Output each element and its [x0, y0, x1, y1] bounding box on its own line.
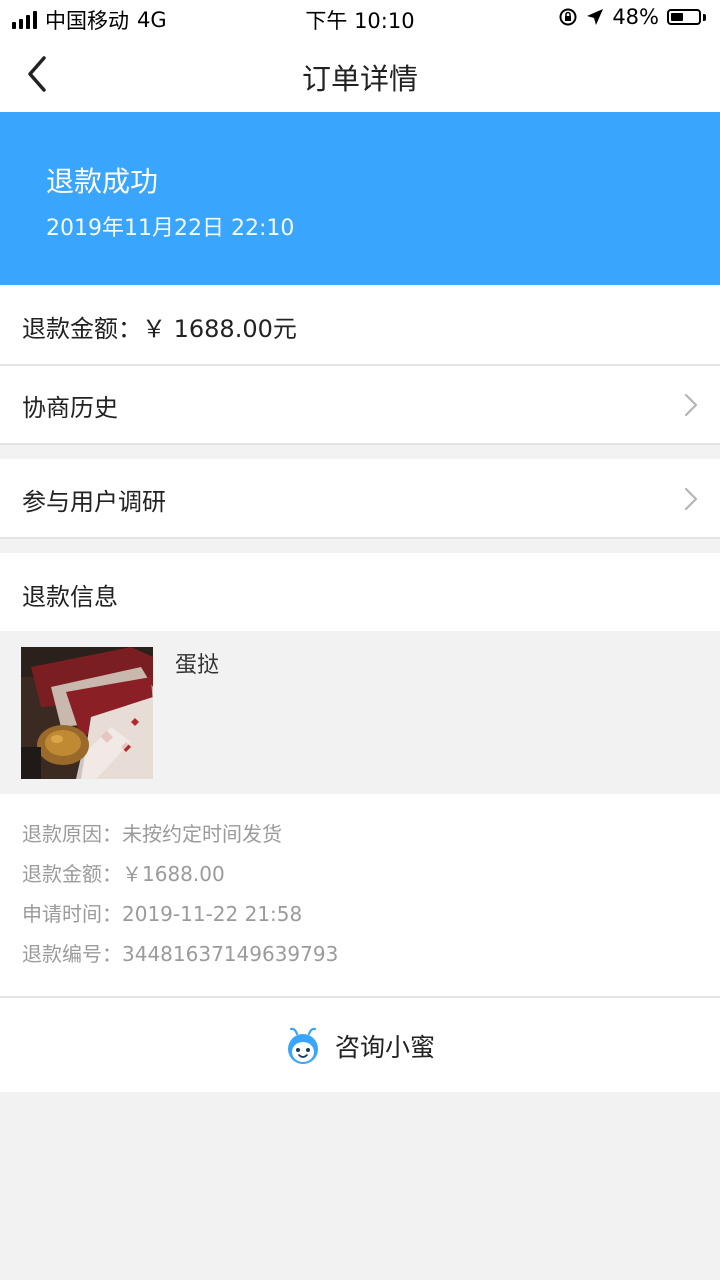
refund-status-banner: 退款成功 2019年11月22日 22:10	[0, 112, 720, 285]
product-thumbnail[interactable]	[21, 647, 153, 779]
refund-amount-row: 退款金额：￥ 1688.00元	[0, 285, 720, 364]
negotiation-history-row[interactable]: 协商历史	[0, 366, 720, 443]
battery-percent: 48%	[612, 5, 659, 29]
refund-amount-line: 退款金额：￥1688.00	[22, 862, 225, 886]
refund-amount-label: 退款金额：	[22, 315, 142, 343]
rotation-lock-icon	[559, 8, 577, 26]
refund-status-time: 2019年11月22日 22:10	[46, 216, 295, 241]
refund-reason-line: 退款原因：未按约定时间发货	[22, 822, 282, 846]
location-arrow-icon	[587, 9, 604, 25]
bee-mascot-icon	[287, 1027, 318, 1064]
page-title: 订单详情	[301, 62, 418, 96]
refund-amount-value: ￥ 1688.00元	[142, 315, 297, 343]
consult-assistant-label: 咨询小蜜	[334, 1033, 435, 1062]
product-item[interactable]: 蛋挞	[0, 631, 720, 794]
negotiation-history-label: 协商历史	[22, 394, 118, 422]
refund-status-title: 退款成功	[46, 165, 159, 198]
refund-details: 退款原因：未按约定时间发货 退款金额：￥1688.00 申请时间：2019-11…	[0, 794, 720, 996]
product-name: 蛋挞	[175, 653, 220, 678]
consult-assistant-button[interactable]: 咨询小蜜	[0, 998, 720, 1092]
refund-info-header: 退款信息	[0, 553, 720, 631]
nav-bar: 订单详情	[0, 36, 720, 112]
refund-info-title: 退款信息	[22, 583, 118, 611]
battery-icon	[667, 9, 701, 25]
user-survey-row[interactable]: 参与用户调研	[0, 459, 720, 537]
chevron-right-icon	[684, 393, 698, 417]
chevron-right-icon	[684, 487, 698, 511]
refund-number-line: 退款编号：34481637149639793	[22, 942, 339, 966]
divider	[0, 537, 720, 539]
status-right: 48%	[558, 5, 706, 29]
divider	[0, 443, 720, 445]
status-bar: 中国移动 4G 下午 10:10 48%	[0, 0, 720, 36]
user-survey-label: 参与用户调研	[22, 488, 166, 516]
apply-time-line: 申请时间：2019-11-22 21:58	[22, 902, 303, 926]
